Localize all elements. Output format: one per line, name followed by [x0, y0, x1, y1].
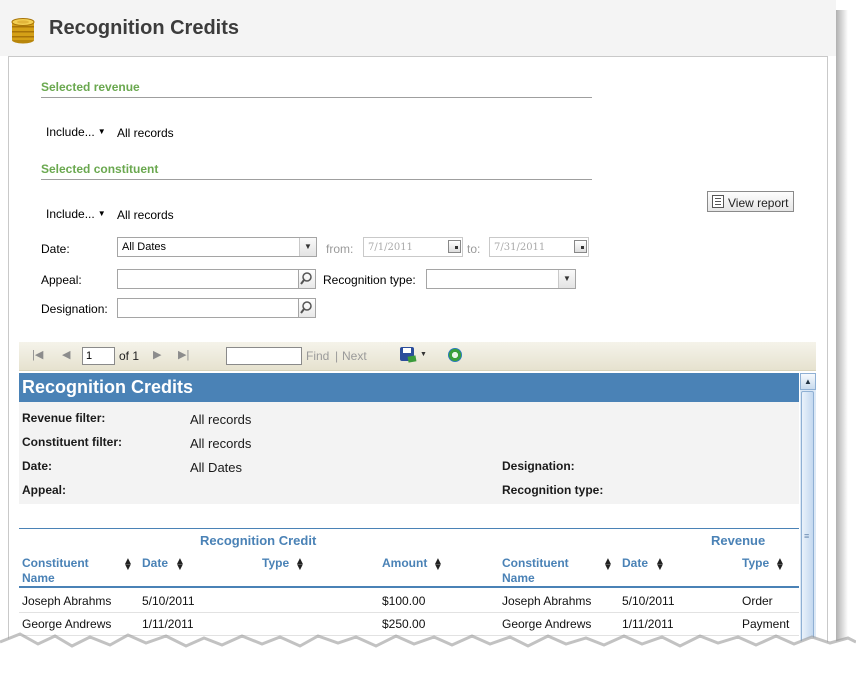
view-report-button[interactable]: View report — [707, 191, 794, 212]
constituent-filter-label: Constituent filter: — [22, 435, 122, 449]
recognition-type-label: Recognition type: — [323, 273, 416, 287]
constituent-include-value: All records — [117, 208, 174, 222]
to-label: to: — [467, 242, 481, 256]
to-date-field[interactable]: 7/31/2011 — [489, 237, 589, 257]
sort-icon[interactable]: ▲ ▼ — [295, 557, 305, 573]
revenue-include-value: All records — [117, 126, 174, 140]
report-title: Recognition Credits — [22, 377, 194, 397]
constituent-include-button[interactable]: Include... ▼ — [46, 207, 106, 221]
toolbar-separator: | — [335, 349, 339, 363]
revenue-group-header: Revenue — [711, 533, 766, 548]
search-icon — [300, 272, 312, 285]
designation-filter-label: Designation: — [502, 459, 575, 473]
calendar-icon[interactable] — [448, 240, 461, 253]
page-header: Recognition Credits — [0, 0, 836, 56]
sort-icon[interactable]: ▲ ▼ — [433, 557, 443, 573]
date-select[interactable]: All Dates ▼ — [117, 237, 317, 257]
cell-rc-amount: $100.00 — [382, 594, 426, 608]
column-header-rev-date[interactable]: Date — [622, 556, 648, 571]
sort-icon[interactable]: ▲ ▼ — [175, 557, 185, 573]
selected-revenue-heading: Selected revenue — [41, 80, 140, 94]
caret-down-icon: ▼ — [97, 209, 106, 218]
header-bottom-rule — [19, 586, 799, 588]
column-header-rev-constituent[interactable]: Constituent Name — [502, 556, 578, 586]
report-icon — [712, 195, 724, 208]
appeal-input[interactable] — [117, 269, 299, 289]
column-header-rc-type[interactable]: Type — [262, 556, 289, 571]
save-export-icon[interactable] — [400, 347, 414, 361]
designation-search-button[interactable] — [299, 298, 316, 318]
chevron-down-icon: ▼ — [558, 270, 575, 288]
appeal-label: Appeal: — [41, 273, 82, 287]
date-filter-label: Date: — [22, 459, 53, 473]
report-filters: Revenue filter: All records Constituent … — [19, 402, 799, 504]
window-shadow — [836, 10, 848, 660]
sort-icon[interactable]: ▲ ▼ — [655, 557, 665, 573]
column-header-rc-date[interactable]: Date — [142, 556, 168, 571]
sort-icon[interactable]: ▲ ▼ — [603, 557, 613, 573]
revenue-filter-value: All records — [190, 412, 252, 427]
sort-icon[interactable]: ▲ ▼ — [123, 557, 133, 573]
constituent-filter-value: All records — [190, 436, 252, 451]
column-header-rev-type[interactable]: Type — [742, 556, 769, 571]
last-page-icon[interactable]: ▶| — [178, 348, 189, 361]
designation-label: Designation: — [41, 302, 108, 316]
cell-rev-constituent: Joseph Abrahms — [502, 594, 592, 608]
search-icon — [300, 301, 312, 314]
recognition-credit-group-header: Recognition Credit — [200, 533, 317, 548]
appeal-filter-label: Appeal: — [22, 483, 67, 497]
from-date-field[interactable]: 7/1/2011 — [363, 237, 463, 257]
page-number-input[interactable]: 1 — [82, 347, 115, 365]
previous-page-icon[interactable]: ◀ — [62, 348, 70, 361]
date-label: Date: — [41, 242, 70, 256]
recognition-type-select[interactable]: ▼ — [426, 269, 576, 289]
appeal-search-button[interactable] — [299, 269, 316, 289]
cell-rev-type: Order — [742, 594, 773, 608]
recognition-type-filter-label: Recognition type: — [502, 483, 604, 497]
caret-down-icon: ▼ — [97, 127, 106, 136]
column-header-rc-amount[interactable]: Amount — [382, 556, 427, 571]
next-page-icon[interactable]: ▶ — [153, 348, 161, 361]
table-top-rule — [19, 528, 799, 529]
column-header-rc-constituent[interactable]: Constituent Name — [22, 556, 98, 586]
from-label: from: — [326, 242, 354, 256]
find-next-link[interactable]: Next — [342, 349, 367, 363]
selected-constituent-heading: Selected constituent — [41, 162, 159, 176]
section-divider — [41, 179, 592, 180]
cell-rev-date: 5/10/2011 — [622, 594, 675, 608]
coins-icon — [11, 18, 35, 44]
find-link[interactable]: Find — [306, 349, 329, 363]
section-divider — [41, 97, 592, 98]
refresh-icon[interactable] — [448, 348, 462, 362]
find-input[interactable] — [226, 347, 302, 365]
row-divider — [19, 612, 799, 613]
revenue-include-button[interactable]: Include... ▼ — [46, 125, 106, 139]
page-title: Recognition Credits — [49, 17, 240, 39]
page-count: of 1 — [119, 349, 140, 363]
first-page-icon[interactable]: |◀ — [32, 348, 43, 361]
designation-input[interactable] — [117, 298, 299, 318]
chevron-down-icon: ▼ — [299, 238, 316, 256]
report-title-bar: Recognition Credits — [19, 373, 799, 402]
calendar-icon[interactable] — [574, 240, 587, 253]
date-filter-value: All Dates — [190, 460, 243, 475]
sort-icon[interactable]: ▲ ▼ — [775, 557, 785, 573]
torn-edge — [0, 632, 856, 688]
caret-down-icon[interactable]: ▼ — [420, 351, 427, 358]
cell-rc-date: 5/10/2011 — [142, 594, 195, 608]
scroll-up-icon[interactable]: ▲ — [800, 373, 816, 390]
cell-rc-constituent: Joseph Abrahms — [22, 594, 112, 608]
revenue-filter-label: Revenue filter: — [22, 411, 106, 425]
